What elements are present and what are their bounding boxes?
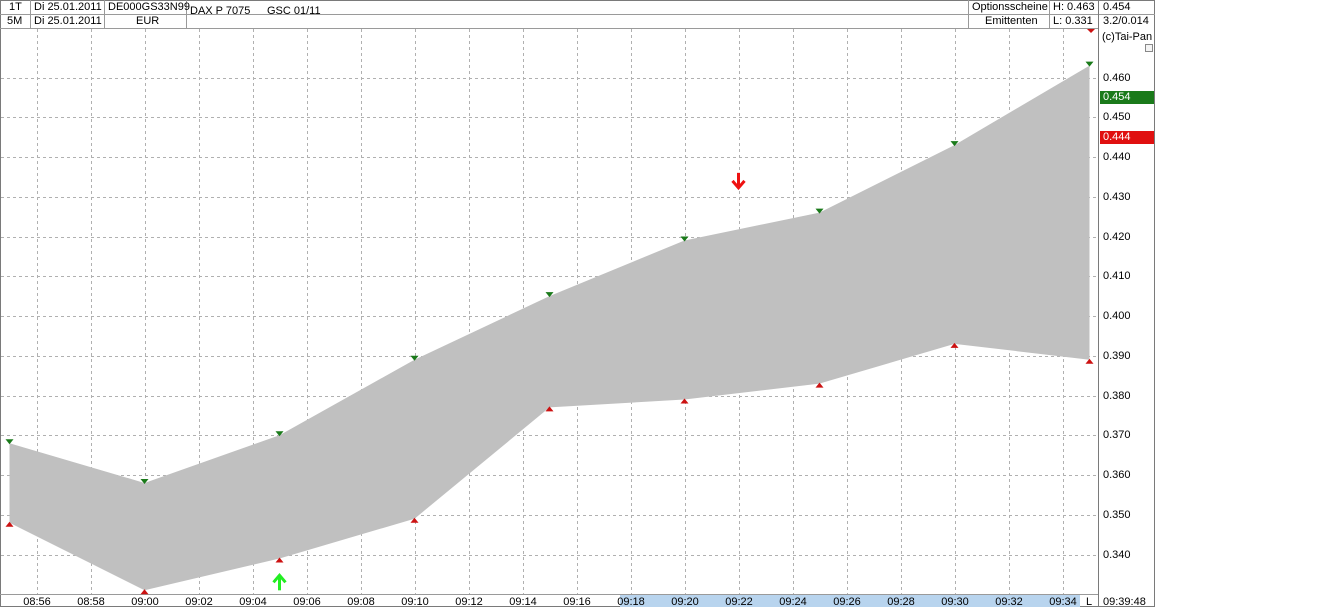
x-tick-label: 09:02 bbox=[179, 596, 219, 608]
x-tick-label: 08:58 bbox=[71, 596, 111, 608]
header-sep bbox=[1049, 0, 1050, 28]
x-tick-label: 09:18 bbox=[611, 596, 651, 608]
currency: EUR bbox=[136, 15, 159, 28]
y-tick-label: 0.340 bbox=[1103, 550, 1131, 561]
bid-price-label: 0.444 bbox=[1100, 131, 1154, 144]
x-tick-label: 09:12 bbox=[449, 596, 489, 608]
timeframe-5m[interactable]: 5M bbox=[7, 15, 22, 28]
x-tick-label: 09:20 bbox=[665, 596, 705, 608]
instrument-name: DAX P 7075 bbox=[190, 5, 250, 18]
x-tick-label: 09:10 bbox=[395, 596, 435, 608]
low-value: L: 0.331 bbox=[1053, 15, 1093, 28]
y-tick-label: 0.440 bbox=[1103, 152, 1131, 163]
x-tick-label: 09:28 bbox=[881, 596, 921, 608]
header-bottom bbox=[0, 28, 1098, 29]
high-value: H: 0.463 bbox=[1053, 1, 1095, 14]
time-readout: 09:39:48 bbox=[1103, 596, 1146, 609]
x-tick-label: 09:14 bbox=[503, 596, 543, 608]
header-divider bbox=[0, 14, 1155, 15]
y-tick-label: 0.390 bbox=[1103, 351, 1131, 362]
x-tick-label: 09:34 bbox=[1043, 596, 1083, 608]
header-sep bbox=[968, 0, 969, 28]
chart-frame bbox=[0, 0, 1155, 607]
copyright: (c)Tai-Pan bbox=[1102, 31, 1152, 44]
y-tick-label: 0.450 bbox=[1103, 112, 1131, 123]
x-tick-label: 09:04 bbox=[233, 596, 273, 608]
category: Optionsscheine bbox=[972, 1, 1048, 14]
header-sep bbox=[104, 0, 105, 28]
header-sep bbox=[30, 0, 31, 28]
y-tick-label: 0.430 bbox=[1103, 192, 1131, 203]
date-row1: Di 25.01.2011 bbox=[34, 1, 102, 14]
y-tick-label: 0.460 bbox=[1103, 73, 1131, 84]
x-tick-label: 09:30 bbox=[935, 596, 975, 608]
isin: DE000GS33N99 bbox=[108, 1, 190, 14]
y-tick-label: 0.380 bbox=[1103, 391, 1131, 402]
y-tick-label: 0.370 bbox=[1103, 430, 1131, 441]
issuer-code: GSC 01/11 bbox=[267, 5, 321, 18]
x-end-marker: L bbox=[1086, 596, 1092, 609]
last-price-label: 0.454 bbox=[1100, 91, 1154, 104]
x-tick-label: 09:26 bbox=[827, 596, 867, 608]
x-tick-label: 08:56 bbox=[17, 596, 57, 608]
x-tick-label: 09:16 bbox=[557, 596, 597, 608]
x-tick-label: 09:06 bbox=[287, 596, 327, 608]
x-tick-label: 09:22 bbox=[719, 596, 759, 608]
x-tick-label: 09:08 bbox=[341, 596, 381, 608]
y-tick-label: 0.420 bbox=[1103, 232, 1131, 243]
y-tick-label: 0.410 bbox=[1103, 271, 1131, 282]
x-tick-label: 09:24 bbox=[773, 596, 813, 608]
timeframe-1t[interactable]: 1T bbox=[9, 1, 22, 14]
x-tick-label: 09:32 bbox=[989, 596, 1029, 608]
date-row2: Di 25.01.2011 bbox=[34, 15, 102, 28]
y-tick-label: 0.350 bbox=[1103, 510, 1131, 521]
chart-window: 1T Di 25.01.2011 DE000GS33N99 DAX P 7075… bbox=[0, 0, 1323, 609]
x-tick-label: 09:00 bbox=[125, 596, 165, 608]
y-tick-label: 0.400 bbox=[1103, 311, 1131, 322]
collapse-icon[interactable] bbox=[1145, 44, 1153, 52]
sub-category: Emittenten bbox=[985, 15, 1038, 28]
y-tick-label: 0.360 bbox=[1103, 470, 1131, 481]
